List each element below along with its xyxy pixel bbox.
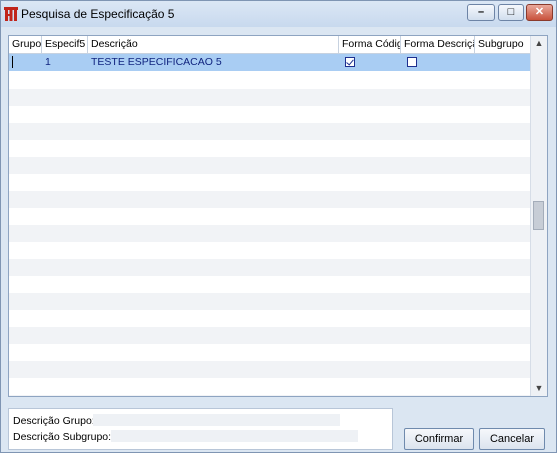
empty-row: [9, 361, 530, 378]
cell-descricao[interactable]: TESTE ESPECIFICACAO 5: [88, 54, 339, 71]
descricao-subgrupo-label: Descrição Subgrupo:: [13, 431, 112, 443]
search-window: Pesquisa de Especificação 5 – □ ✕ Grupo …: [0, 0, 557, 453]
grid-header: Grupo Especif5 Descrição Forma Código Fo…: [9, 36, 530, 54]
empty-row: [9, 72, 530, 89]
scroll-down-arrow-icon[interactable]: ▼: [531, 381, 547, 395]
minimize-button[interactable]: –: [467, 4, 495, 21]
column-header-subgrupo[interactable]: Subgrupo: [475, 36, 530, 53]
forma-descricao-checkbox[interactable]: [407, 57, 417, 67]
column-header-forma-codigo[interactable]: Forma Código: [339, 36, 401, 53]
cancel-button[interactable]: Cancelar: [479, 428, 545, 450]
empty-row: [9, 276, 530, 293]
descricao-grupo-value: [93, 414, 340, 426]
empty-row: [9, 123, 530, 140]
close-icon: ✕: [534, 6, 545, 18]
empty-row: [9, 293, 530, 310]
app-logo-icon: [4, 7, 18, 21]
empty-row: [9, 174, 530, 191]
close-button[interactable]: ✕: [526, 4, 553, 21]
empty-row: [9, 259, 530, 276]
scroll-up-arrow-icon[interactable]: ▲: [531, 36, 547, 50]
empty-row: [9, 378, 530, 395]
empty-row: [9, 106, 530, 123]
column-header-descricao[interactable]: Descrição: [88, 36, 339, 53]
empty-row: [9, 191, 530, 208]
cell-especif5[interactable]: 1: [42, 54, 88, 71]
confirm-button[interactable]: Confirmar: [404, 428, 474, 450]
empty-row: [9, 310, 530, 327]
vertical-scrollbar[interactable]: ▲ ▼: [530, 36, 547, 396]
title-bar: Pesquisa de Especificação 5 – □ ✕: [1, 1, 556, 27]
empty-row: [9, 140, 530, 157]
scrollbar-thumb[interactable]: [533, 201, 544, 230]
empty-row: [9, 208, 530, 225]
descricao-grupo-label: Descrição Grupo:: [13, 415, 95, 427]
empty-row: [9, 225, 530, 242]
cell-forma-descricao[interactable]: [401, 54, 475, 71]
maximize-button[interactable]: □: [498, 4, 524, 21]
description-panel: Descrição Grupo: Descrição Subgrupo:: [8, 408, 393, 450]
empty-row: [9, 344, 530, 361]
window-title: Pesquisa de Especificação 5: [21, 7, 175, 21]
column-header-forma-descricao[interactable]: Forma Descrição: [401, 36, 475, 53]
minimize-icon: –: [477, 6, 485, 18]
forma-codigo-checkbox[interactable]: [345, 57, 355, 67]
empty-row: [9, 395, 530, 396]
empty-row: [9, 327, 530, 344]
empty-row: [9, 242, 530, 259]
empty-row: [9, 89, 530, 106]
text-cursor: [12, 56, 13, 68]
cell-grupo[interactable]: [9, 54, 42, 71]
cell-forma-codigo[interactable]: [339, 54, 401, 71]
column-header-especif5[interactable]: Especif5: [42, 36, 88, 53]
empty-row: [9, 157, 530, 174]
table-row[interactable]: 1 TESTE ESPECIFICACAO 5: [9, 54, 530, 71]
maximize-icon: □: [507, 6, 515, 18]
descricao-subgrupo-value: [111, 430, 358, 442]
cell-subgrupo[interactable]: [475, 54, 530, 71]
results-grid[interactable]: Grupo Especif5 Descrição Forma Código Fo…: [8, 35, 548, 397]
column-header-grupo[interactable]: Grupo: [9, 36, 42, 53]
